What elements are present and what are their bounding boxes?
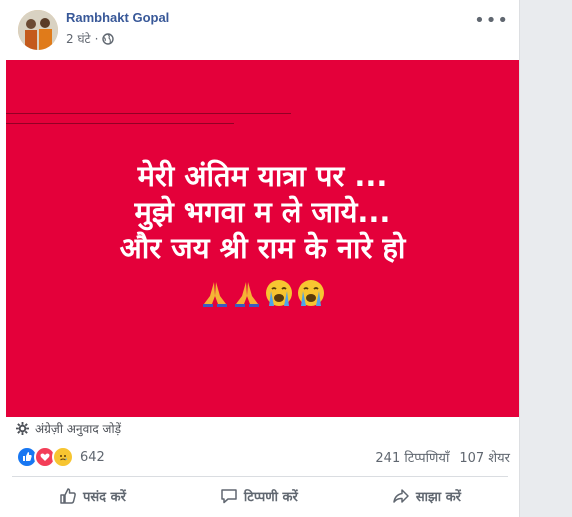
dot-separator: · (94, 31, 99, 46)
share-button[interactable]: साझा करें (382, 483, 471, 509)
shares-count[interactable]: 107 शेयर (459, 448, 510, 466)
folded-hands-icon (234, 282, 259, 307)
comment-label: टिप्पणी करें (243, 490, 298, 505)
post-header: Rambhakt Gopal 2 घंटे · ••• (0, 0, 519, 60)
globe-icon[interactable] (102, 32, 115, 45)
loudly-crying-face-icon (265, 280, 292, 306)
divider (12, 476, 508, 477)
comments-count[interactable]: 241 टिप्पणियाँ (375, 448, 449, 466)
post-image-text: मेरी अंतिम यात्रा पर ... मुझे भगवा म ले … (6, 158, 519, 266)
post-card: Rambhakt Gopal 2 घंटे · ••• मेरी अंतिम य… (0, 0, 520, 517)
post-emoji-row (6, 278, 519, 308)
avatar-image (18, 10, 58, 50)
artifact-line (6, 113, 291, 114)
post-time[interactable]: 2 घंटे (66, 30, 91, 47)
post-text-line-3: और जय श्री राम के नारे हो (119, 231, 406, 265)
post-actions: पसंद करें टिप्पणी करें साझा करें (12, 480, 508, 512)
translate-label: अंग्रेज़ी अनुवाद जोड़ें (35, 422, 121, 436)
post-image[interactable]: मेरी अंतिम यात्रा पर ... मुझे भगवा म ले … (6, 60, 519, 417)
thumbs-up-icon (60, 488, 76, 504)
loudly-crying-face-icon (297, 280, 324, 306)
sad-reaction-icon (52, 446, 74, 468)
reaction-count[interactable]: 642 (80, 450, 105, 465)
gear-icon (16, 422, 29, 435)
post-meta: 2 घंटे · (66, 30, 115, 47)
post-text-line-2: मुझे भगवा म ले जाये... (134, 195, 391, 229)
reactions-summary[interactable]: 642 (16, 446, 105, 468)
like-label: पसंद करें (83, 490, 126, 505)
translate-link[interactable]: अंग्रेज़ी अनुवाद जोड़ें (16, 420, 121, 437)
avatar[interactable] (18, 10, 58, 50)
engagement-bar: 642 241 टिप्पणियाँ 107 शेयर (16, 446, 510, 468)
post-text-line-1: मेरी अंतिम यात्रा पर ... (137, 159, 388, 193)
share-label: साझा करें (415, 490, 461, 505)
more-options-button[interactable]: ••• (474, 10, 509, 31)
folded-hands-icon (202, 282, 227, 307)
author-name[interactable]: Rambhakt Gopal (66, 10, 169, 25)
comment-button[interactable]: टिप्पणी करें (210, 483, 308, 509)
like-button[interactable]: पसंद करें (49, 483, 136, 509)
artifact-line (6, 123, 234, 124)
post-stats: 241 टिप्पणियाँ 107 शेयर (375, 448, 510, 466)
comment-icon (221, 489, 237, 504)
share-arrow-icon (393, 489, 409, 503)
